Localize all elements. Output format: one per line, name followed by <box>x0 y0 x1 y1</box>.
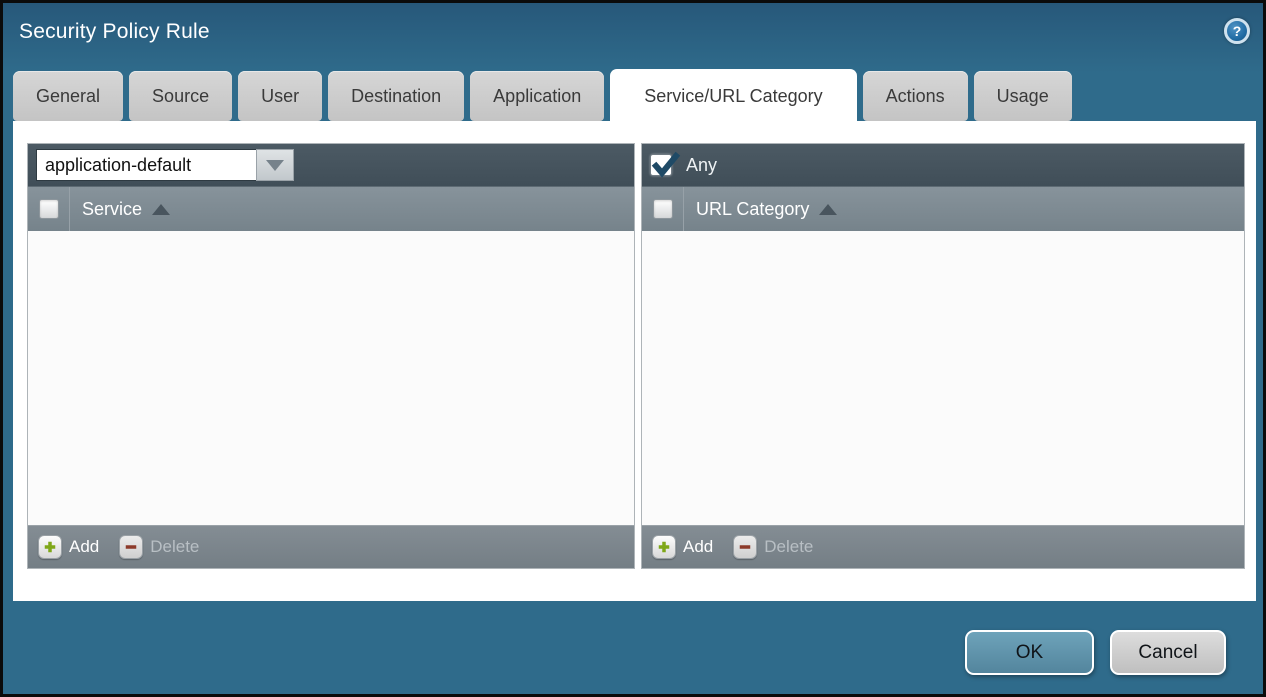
service-panel: Service Add Delete <box>27 143 635 569</box>
help-icon[interactable]: ? <box>1224 18 1250 44</box>
add-service-label: Add <box>69 537 99 557</box>
service-panel-toolbar <box>28 144 634 186</box>
ok-button[interactable]: OK <box>965 630 1094 675</box>
service-type-dropdown-button[interactable] <box>256 149 294 181</box>
tab-actions[interactable]: Actions <box>863 71 968 121</box>
plus-icon <box>38 535 62 559</box>
minus-icon <box>119 535 143 559</box>
tab-user[interactable]: User <box>238 71 322 121</box>
delete-service-label: Delete <box>150 537 199 557</box>
sort-ascending-icon[interactable] <box>819 204 837 215</box>
security-policy-rule-dialog: Security Policy Rule ? General Source Us… <box>0 0 1266 697</box>
service-column-header: Service <box>28 186 634 231</box>
tab-application[interactable]: Application <box>470 71 604 121</box>
service-type-dropdown <box>36 149 294 181</box>
service-select-all-checkbox[interactable] <box>39 199 59 219</box>
help-glyph: ? <box>1233 23 1242 39</box>
dialog-title: Security Policy Rule <box>19 20 210 44</box>
sort-ascending-icon[interactable] <box>152 204 170 215</box>
tab-general[interactable]: General <box>13 71 123 121</box>
service-list[interactable] <box>28 231 634 525</box>
cancel-button[interactable]: Cancel <box>1110 630 1226 675</box>
any-checkbox[interactable] <box>650 154 672 176</box>
tab-bar: General Source User Destination Applicat… <box>13 69 1072 121</box>
add-url-category-button[interactable]: Add <box>652 535 713 559</box>
tab-source[interactable]: Source <box>129 71 232 121</box>
url-category-select-all-cell <box>642 187 684 231</box>
tab-content-area: Service Add Delete <box>13 121 1256 601</box>
plus-icon <box>652 535 676 559</box>
chevron-down-icon <box>266 160 284 171</box>
url-category-column-label[interactable]: URL Category <box>696 199 809 220</box>
url-category-column-header: URL Category <box>642 186 1244 231</box>
tab-destination[interactable]: Destination <box>328 71 464 121</box>
add-url-category-label: Add <box>683 537 713 557</box>
minus-icon <box>733 535 757 559</box>
service-select-all-cell <box>28 187 70 231</box>
url-category-panel-toolbar: Any <box>642 144 1244 186</box>
delete-service-button[interactable]: Delete <box>119 535 199 559</box>
url-category-panel: Any URL Category Add <box>641 143 1245 569</box>
checkmark-icon <box>651 150 681 180</box>
tab-usage[interactable]: Usage <box>974 71 1072 121</box>
url-category-list[interactable] <box>642 231 1244 525</box>
service-type-dropdown-input[interactable] <box>36 149 256 181</box>
add-service-button[interactable]: Add <box>38 535 99 559</box>
service-panel-footer: Add Delete <box>28 525 634 568</box>
any-checkbox-label: Any <box>686 155 717 176</box>
url-category-panel-footer: Add Delete <box>642 525 1244 568</box>
tab-service-url-category[interactable]: Service/URL Category <box>610 69 856 123</box>
delete-url-category-button[interactable]: Delete <box>733 535 813 559</box>
service-column-label[interactable]: Service <box>82 199 142 220</box>
delete-url-category-label: Delete <box>764 537 813 557</box>
url-category-select-all-checkbox[interactable] <box>653 199 673 219</box>
